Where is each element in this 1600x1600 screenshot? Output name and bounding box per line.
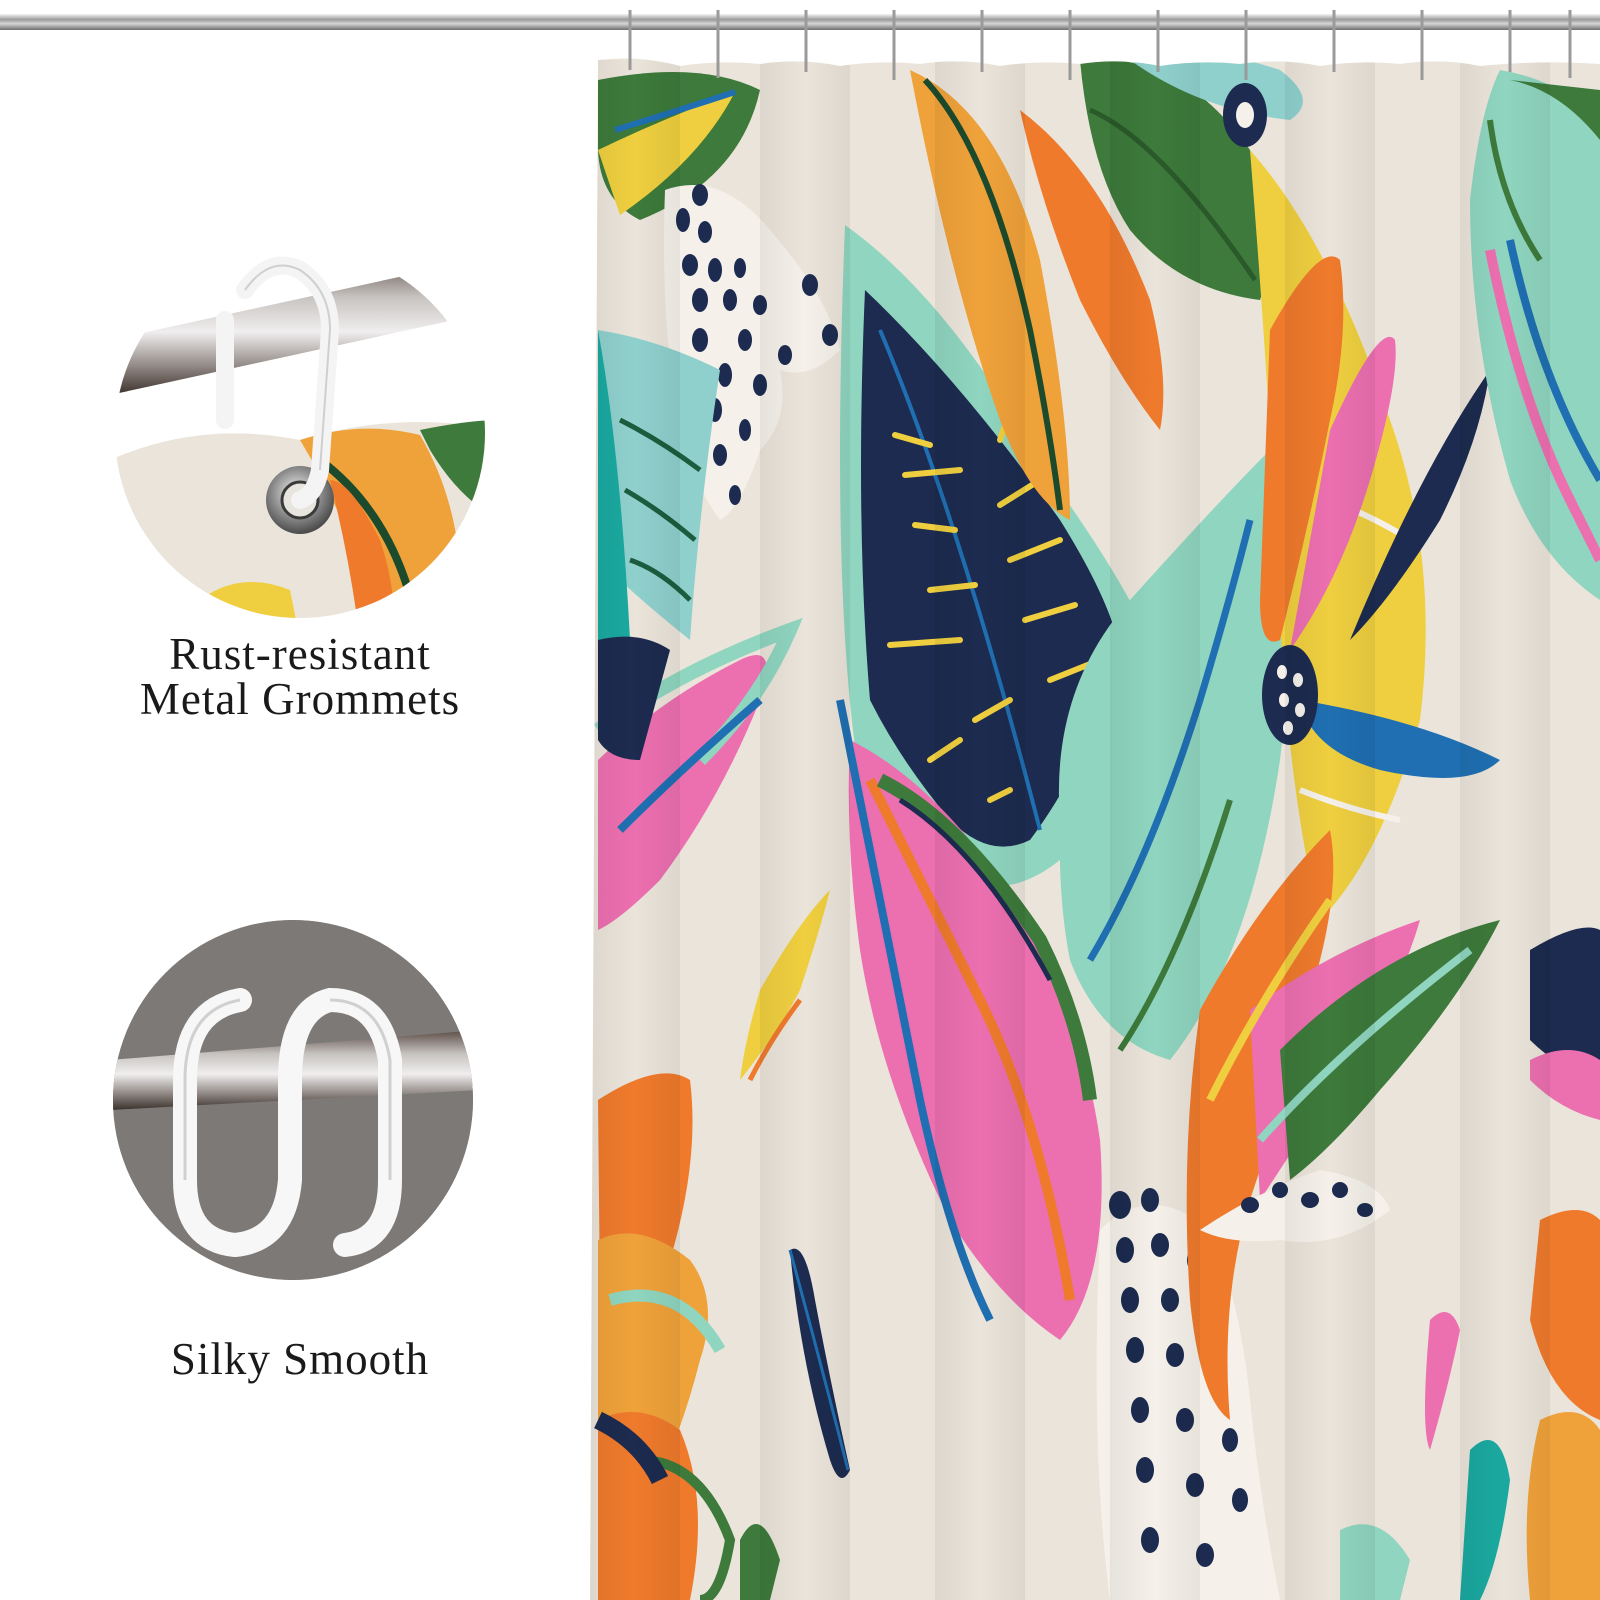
grommets-caption-line2: Metal Grommets: [139, 674, 461, 724]
shower-rod: [0, 14, 1600, 30]
silky-caption-text: Silky Smooth: [170, 1334, 430, 1384]
silky-caption: Silky Smooth: [60, 1334, 540, 1384]
grommets-caption-line1: Rust-resistant: [169, 629, 431, 679]
grommets-caption: Rust-resistant Metal Grommets: [60, 632, 540, 722]
grommet-detail-circle: [115, 248, 485, 618]
shower-curtain: [590, 58, 1600, 1600]
ring-detail-circle: [113, 920, 473, 1280]
